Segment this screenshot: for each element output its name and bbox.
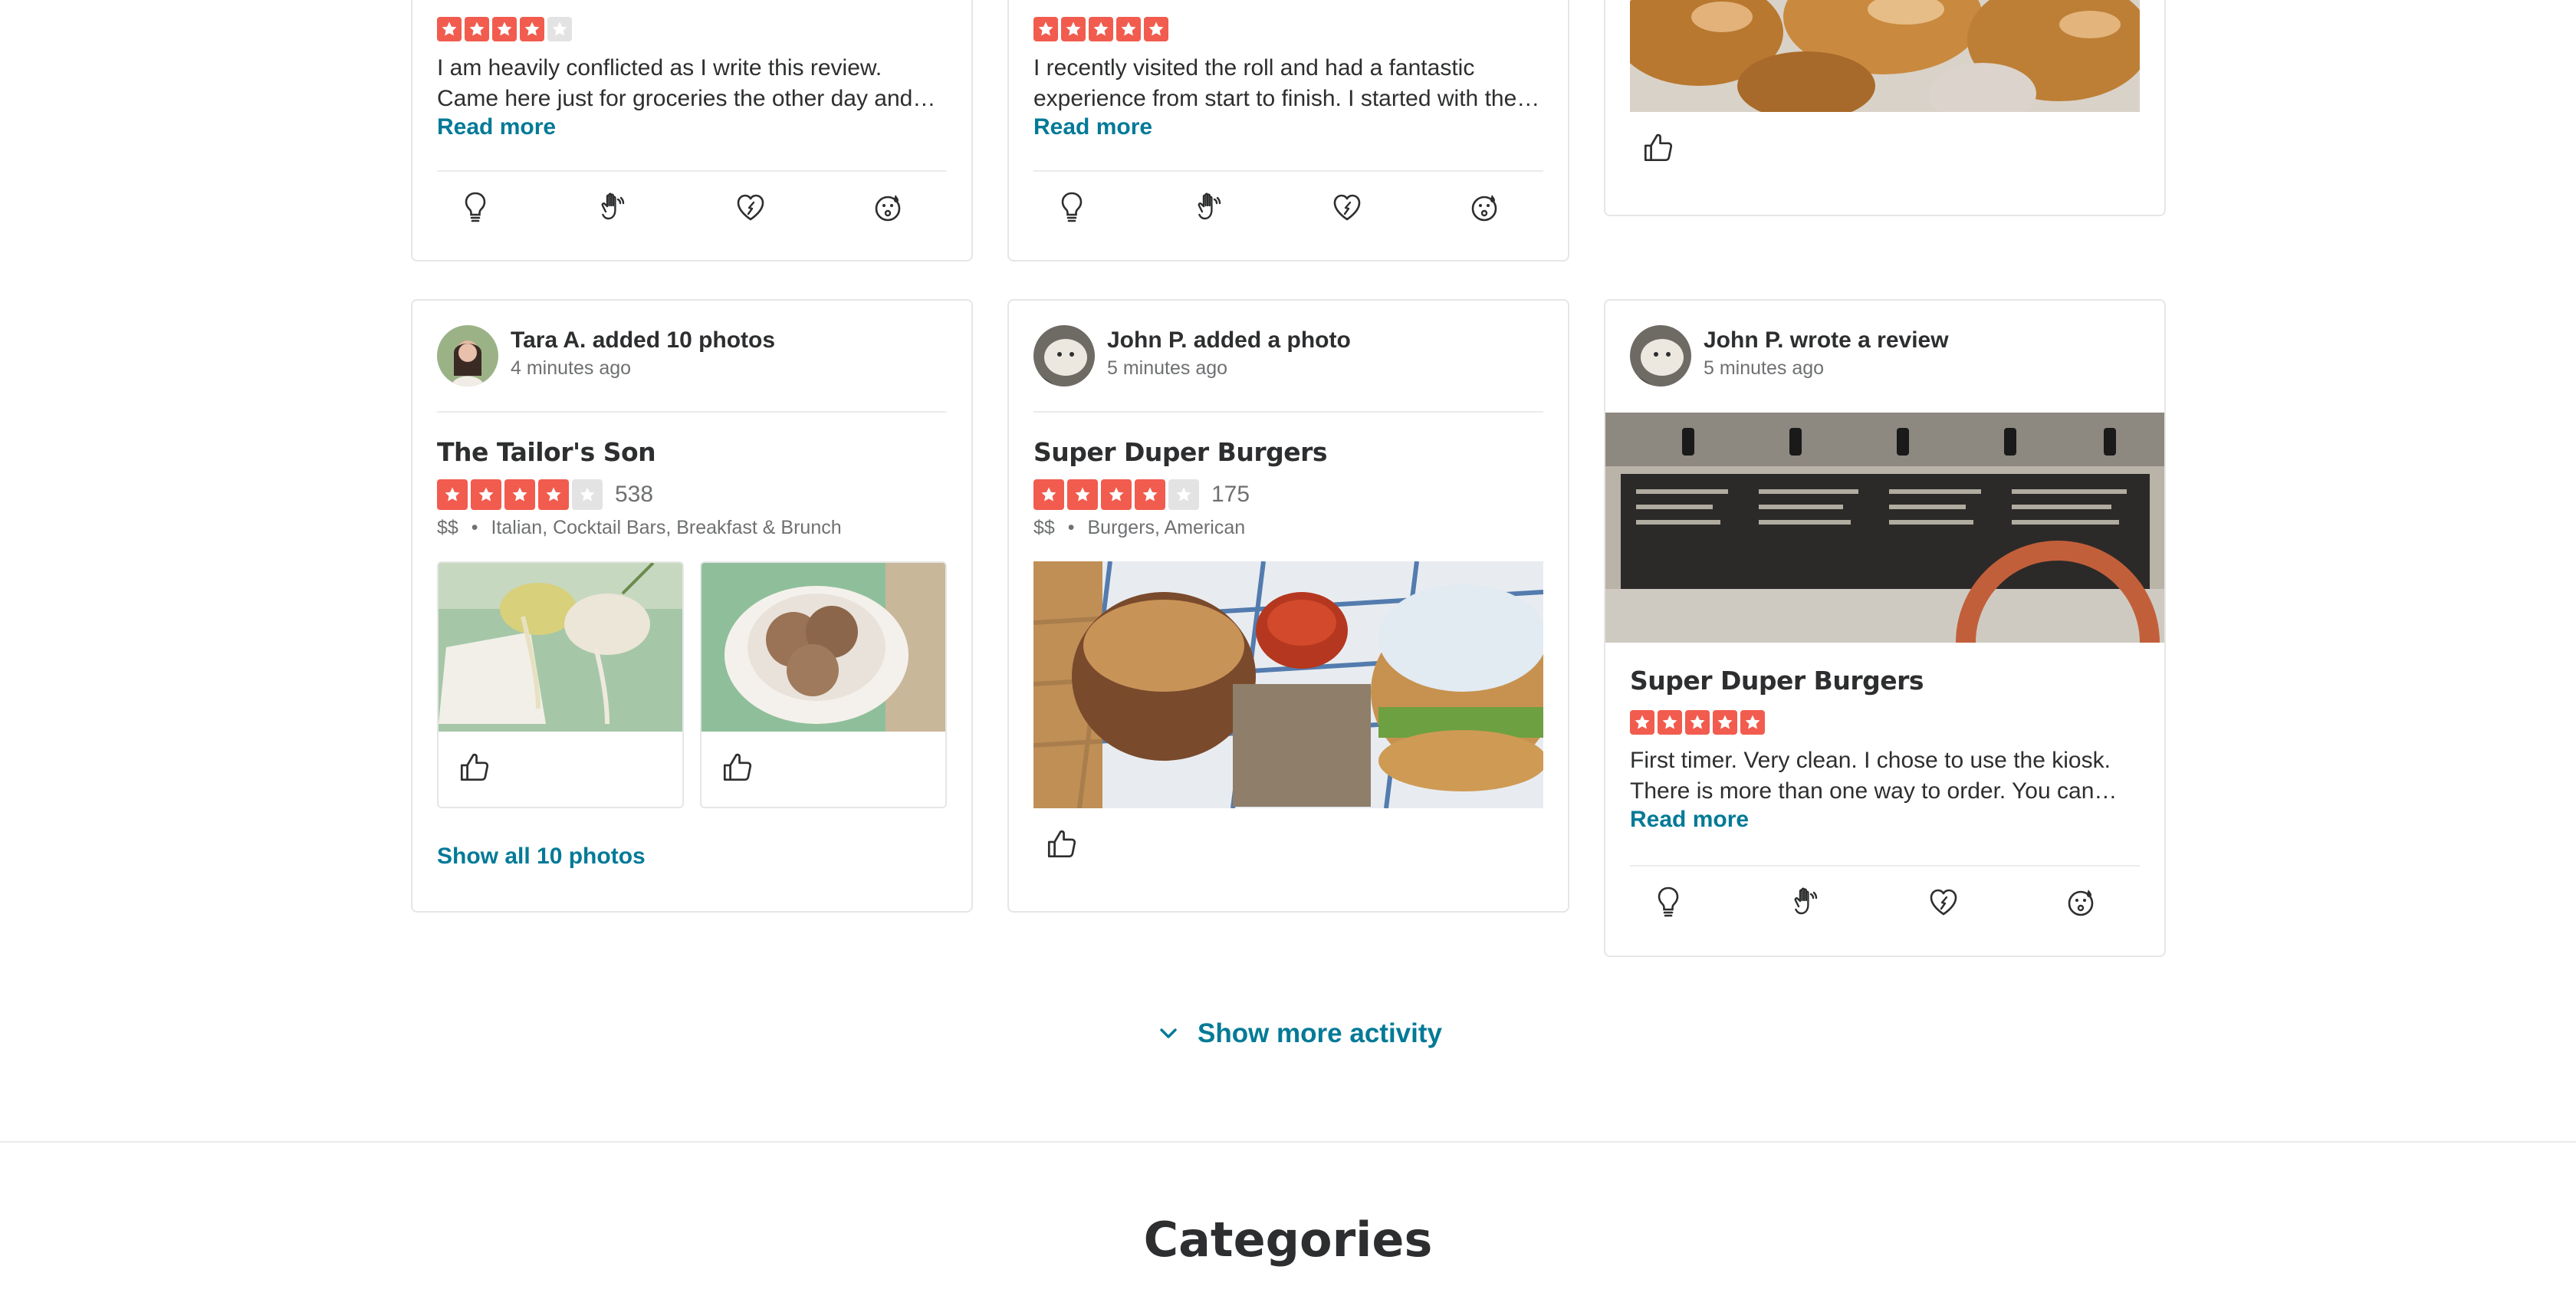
divider (1630, 865, 2140, 867)
heart-icon[interactable] (731, 187, 770, 227)
star-icon (547, 17, 572, 41)
price-range: $$ (1033, 517, 1055, 538)
star-icon (1685, 710, 1710, 735)
star-rating (1033, 17, 1168, 41)
business-photo[interactable] (1605, 413, 2164, 643)
emoji-oh-no-icon[interactable] (2061, 882, 2101, 922)
star-icon (492, 17, 517, 41)
divider (437, 170, 947, 172)
divider (1033, 411, 1543, 413)
star-icon (1033, 17, 1058, 41)
section-title: Categories (1143, 1212, 1433, 1268)
separator-dot: • (1067, 517, 1075, 538)
emoji-oh-no-icon[interactable] (1464, 187, 1504, 227)
lightbulb-icon[interactable] (1052, 187, 1092, 227)
star-icon (465, 17, 489, 41)
star-rating (437, 479, 603, 510)
show-all-photos-link[interactable]: Show all 10 photos (437, 844, 646, 870)
star-icon (1630, 710, 1654, 735)
photo-card-top-3 (1604, 0, 2166, 216)
star-icon (471, 479, 501, 510)
clapping-hands-icon[interactable] (1786, 882, 1826, 922)
photo-thumb-card (437, 561, 684, 808)
star-icon (504, 479, 535, 510)
avatar[interactable] (1630, 325, 1691, 386)
star-rating (1630, 710, 1765, 735)
heart-icon[interactable] (1327, 187, 1367, 227)
business-meta: $$ • Italian, Cocktail Bars, Breakfast &… (437, 517, 842, 539)
business-photo[interactable] (1630, 0, 2140, 112)
section-divider (0, 1141, 2576, 1143)
star-icon (1740, 710, 1765, 735)
show-more-activity-button[interactable]: Show more activity (1156, 1018, 1442, 1049)
activity-timestamp: 5 minutes ago (1704, 357, 1825, 379)
star-icon (1168, 479, 1199, 510)
read-more-link[interactable]: Read more (1630, 807, 1749, 833)
activity-headline[interactable]: Tara A. added 10 photos (511, 327, 775, 354)
star-icon (1089, 17, 1113, 41)
star-icon (437, 479, 468, 510)
business-categories[interactable]: Italian, Cocktail Bars, Breakfast & Brun… (491, 517, 841, 538)
avatar[interactable] (1033, 325, 1095, 386)
divider (1033, 170, 1543, 172)
business-categories[interactable]: Burgers, American (1087, 517, 1245, 538)
star-icon (1067, 479, 1098, 510)
show-more-label: Show more activity (1198, 1018, 1442, 1048)
review-count: 538 (615, 482, 654, 507)
star-icon (538, 479, 569, 510)
price-range: $$ (437, 517, 458, 538)
review-card-top-2: I recently visited the roll and had a fa… (1007, 0, 1569, 262)
review-count: 175 (1211, 482, 1250, 507)
emoji-oh-no-icon[interactable] (868, 187, 908, 227)
star-icon (437, 17, 462, 41)
star-rating (437, 17, 572, 41)
thumbs-up-icon[interactable] (1041, 822, 1084, 865)
business-photo[interactable] (1033, 561, 1543, 808)
business-name-link[interactable]: Super Duper Burgers (1630, 666, 1924, 696)
avatar[interactable] (437, 325, 498, 386)
lightbulb-icon[interactable] (1648, 882, 1688, 922)
business-name-link[interactable]: Super Duper Burgers (1033, 437, 1328, 467)
review-snippet: First timer. Very clean. I chose to use … (1630, 748, 2118, 804)
thumbs-up-icon[interactable] (717, 745, 760, 788)
business-photo[interactable] (439, 563, 682, 732)
lightbulb-icon[interactable] (455, 187, 495, 227)
read-more-link[interactable]: Read more (1033, 114, 1152, 140)
business-photo[interactable] (702, 563, 945, 732)
business-meta: $$ • Burgers, American (1033, 517, 1245, 539)
thumbs-up-icon[interactable] (454, 745, 497, 788)
star-icon (1061, 17, 1086, 41)
star-icon (1116, 17, 1141, 41)
activity-headline[interactable]: John P. added a photo (1107, 327, 1351, 354)
business-name-link[interactable]: The Tailor's Son (437, 437, 656, 467)
star-icon (1713, 710, 1737, 735)
star-rating (1033, 479, 1199, 510)
activity-timestamp: 5 minutes ago (1107, 357, 1228, 379)
star-icon (1135, 479, 1165, 510)
clapping-hands-icon[interactable] (1190, 187, 1230, 227)
activity-headline[interactable]: John P. wrote a review (1704, 327, 1949, 354)
star-icon (520, 17, 544, 41)
review-snippet: I am heavily conflicted as I write this … (437, 55, 936, 111)
heart-icon[interactable] (1924, 882, 1963, 922)
star-icon (1658, 710, 1682, 735)
activity-card: John P. added a photo 5 minutes ago Supe… (1007, 299, 1569, 913)
thumbs-up-icon[interactable] (1638, 126, 1681, 169)
separator-dot: • (471, 517, 478, 538)
activity-timestamp: 4 minutes ago (511, 357, 632, 379)
review-card-top-1: I am heavily conflicted as I write this … (411, 0, 973, 262)
divider (437, 411, 947, 413)
review-snippet: I recently visited the roll and had a fa… (1033, 55, 1540, 111)
star-icon (572, 479, 603, 510)
read-more-link[interactable]: Read more (437, 114, 556, 140)
star-icon (1033, 479, 1064, 510)
photo-thumb-card (700, 561, 947, 808)
activity-card: John P. wrote a review 5 minutes ago Sup… (1604, 299, 2166, 957)
activity-card: Tara A. added 10 photos 4 minutes ago Th… (411, 299, 973, 913)
star-icon (1101, 479, 1132, 510)
clapping-hands-icon[interactable] (593, 187, 633, 227)
star-icon (1144, 17, 1168, 41)
chevron-down-icon (1156, 1021, 1181, 1046)
